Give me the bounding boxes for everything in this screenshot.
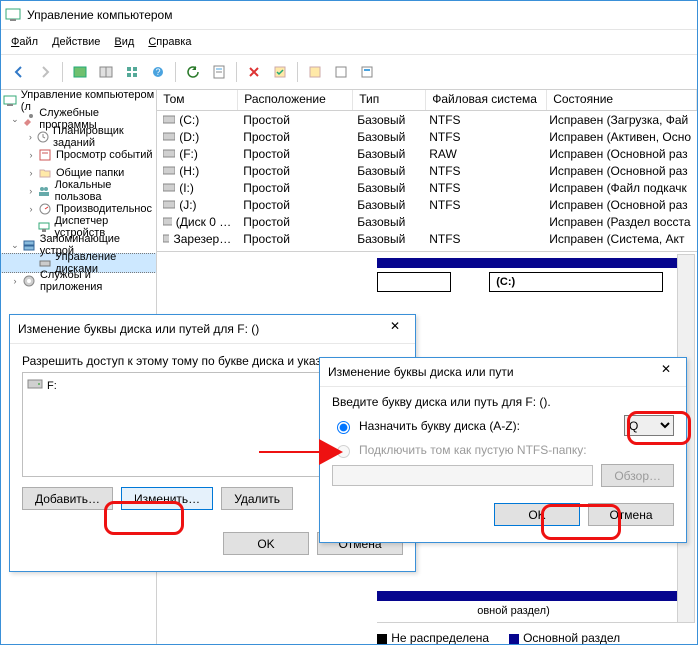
volume-row[interactable]: (D:)ПростойБазовыйNTFSИсправен (Активен,… [157, 128, 697, 145]
app-icon [5, 7, 21, 23]
services-icon [21, 273, 37, 289]
expand-icon[interactable]: › [25, 204, 37, 214]
tree-scheduler[interactable]: ›Планировщик заданий [1, 128, 156, 146]
event-icon [37, 147, 53, 163]
dlg2-title: Изменение буквы диска или пути [328, 365, 514, 379]
mount-path-input [332, 465, 593, 486]
volume-row[interactable]: (H:)ПростойБазовыйNTFSИсправен (Основной… [157, 162, 697, 179]
dlg1-title: Изменение буквы диска или путей для F: (… [18, 322, 259, 336]
folder-share-icon [37, 165, 53, 181]
storage-icon [21, 237, 37, 253]
tb-prop-icon[interactable] [207, 60, 231, 84]
tree-services[interactable]: ›Службы и приложения [1, 272, 156, 290]
dlg1-drive-label: F: [47, 380, 57, 392]
dialog-change-letter: Изменение буквы диска или пути ✕ Введите… [319, 357, 687, 543]
list-header: Том Расположение Тип Файловая система Со… [157, 90, 697, 111]
tb-delete-icon[interactable] [242, 60, 266, 84]
disk-strip-2 [377, 591, 677, 601]
perf-icon [37, 201, 53, 217]
clock-icon [36, 129, 50, 145]
tb-icon-1[interactable] [68, 60, 92, 84]
menu-file[interactable]: Файл [11, 36, 38, 48]
toolbar: ? [1, 55, 697, 90]
tb-misc-icon-1[interactable] [303, 60, 327, 84]
expand-icon[interactable]: › [25, 186, 36, 196]
tb-check-icon[interactable] [268, 60, 292, 84]
volume-row[interactable]: (I:)ПростойБазовыйNTFSИсправен (Файл под… [157, 179, 697, 196]
tb-icon-2[interactable] [94, 60, 118, 84]
expand-icon[interactable]: › [25, 132, 36, 142]
users-icon [36, 183, 51, 199]
tb-misc-icon-2[interactable] [329, 60, 353, 84]
tree-eventviewer[interactable]: ›Просмотр событий [1, 146, 156, 164]
col-state[interactable]: Состояние [547, 90, 697, 110]
expand-icon[interactable]: › [25, 150, 37, 160]
tb-refresh-icon[interactable] [181, 60, 205, 84]
close-icon[interactable]: ✕ [383, 319, 407, 339]
nav-back-icon[interactable] [7, 60, 31, 84]
col-type[interactable]: Тип [353, 90, 426, 110]
window-titlebar: Управление компьютером [1, 1, 697, 30]
legend-unalloc: Не распределена [377, 631, 489, 645]
radio-assign[interactable] [337, 421, 350, 434]
col-layout[interactable]: Расположение [238, 90, 353, 110]
collapse-icon[interactable]: ⌄ [9, 114, 21, 125]
close-icon[interactable]: ✕ [654, 362, 678, 382]
volume-list: (C:)ПростойБазовыйNTFSИсправен (Загрузка… [157, 111, 697, 247]
expand-icon[interactable]: › [9, 276, 21, 286]
disk-map-blank[interactable] [377, 272, 451, 292]
menu-action[interactable]: Действие [52, 36, 100, 48]
col-volume[interactable]: Том [157, 90, 238, 110]
radio-mount [337, 445, 350, 458]
disk-strip [377, 258, 677, 268]
letter-dropdown[interactable]: Q [624, 415, 674, 436]
ok-button[interactable]: OK [223, 532, 309, 555]
col-fs[interactable]: Файловая система [426, 90, 547, 110]
tree-users[interactable]: ›Локальные пользова [1, 182, 156, 200]
collapse-icon[interactable]: ⌄ [9, 240, 21, 251]
menu-view[interactable]: Вид [114, 36, 134, 48]
nav-fwd-icon[interactable] [33, 60, 57, 84]
menu-bar: Файл Действие Вид Справка [1, 30, 697, 55]
ok-button[interactable]: OK [494, 503, 580, 526]
dlg2-prompt: Введите букву диска или путь для F: (). [320, 387, 686, 413]
volume-row[interactable]: (F:)ПростойБазовыйRAWИсправен (Основной … [157, 145, 697, 162]
legend-primary: Основной раздел [509, 631, 620, 645]
tb-icon-3[interactable] [120, 60, 144, 84]
tools-icon [21, 111, 37, 127]
remove-button[interactable]: Удалить [221, 487, 293, 510]
partial-text: овной раздел) [477, 605, 550, 617]
volume-row[interactable]: Зарезер…ПростойБазовыйNTFSИсправен (Сист… [157, 230, 697, 247]
add-button[interactable]: Добавить… [22, 487, 113, 510]
tb-icon-4[interactable]: ? [146, 60, 170, 84]
window-title: Управление компьютером [27, 8, 172, 22]
computer-icon [3, 93, 18, 109]
tb-misc-icon-3[interactable] [355, 60, 379, 84]
svg-text:?: ? [155, 67, 160, 77]
expand-icon[interactable]: › [25, 168, 37, 178]
opt-mount-folder: Подключить том как пустую NTFS-папку: [332, 440, 674, 460]
change-button[interactable]: Изменить… [121, 487, 213, 510]
menu-help[interactable]: Справка [148, 36, 191, 48]
drive-icon [27, 377, 43, 394]
disk-map-c[interactable]: (C:) [489, 272, 663, 292]
opt-assign-letter[interactable]: Назначить букву диска (A-Z): [332, 416, 520, 436]
browse-button: Обзор… [601, 464, 674, 487]
legend: Не распределена Основной раздел [377, 622, 677, 645]
volume-row[interactable]: (C:)ПростойБазовыйNTFSИсправен (Загрузка… [157, 111, 697, 128]
volume-row[interactable]: (J:)ПростойБазовыйNTFSИсправен (Основной… [157, 196, 697, 213]
cancel-button[interactable]: Отмена [588, 503, 674, 526]
volume-row[interactable]: (Диск 0 …ПростойБазовыйИсправен (Раздел … [157, 213, 697, 230]
